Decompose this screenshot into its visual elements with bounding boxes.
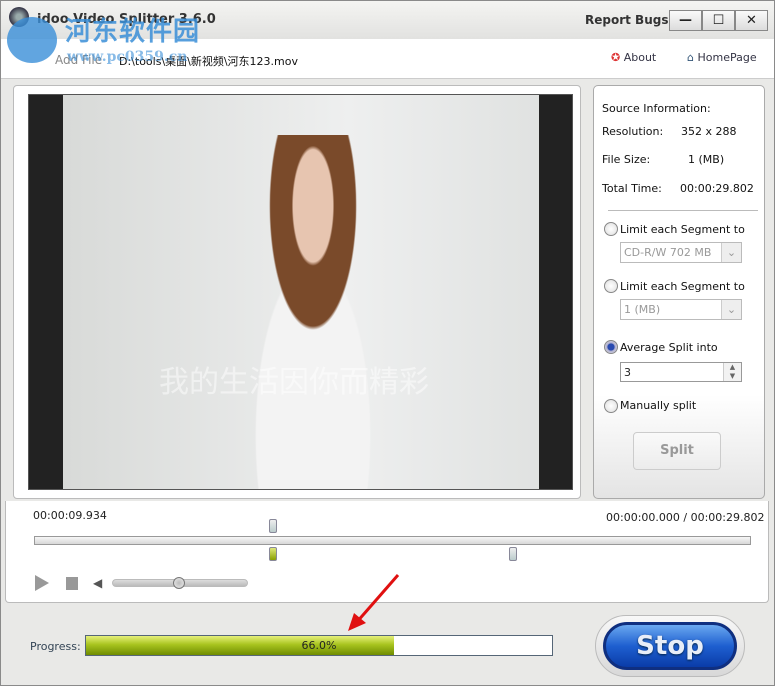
- chevron-down-icon: ⌄: [721, 300, 741, 319]
- limit-size-mb-radio[interactable]: [604, 279, 618, 293]
- progress-text: 66.0%: [301, 639, 337, 652]
- stop-button[interactable]: Stop: [595, 615, 745, 677]
- watermark-url: www.pc0359.cn: [67, 49, 188, 65]
- limit-size-preset-radio[interactable]: [604, 222, 618, 236]
- filesize-label: File Size:: [602, 153, 651, 166]
- minimize-button[interactable]: —: [669, 10, 702, 31]
- about-link[interactable]: ✪ About: [611, 51, 656, 64]
- stop-icon[interactable]: [66, 577, 78, 590]
- select-value: CD-R/W 702 MB: [624, 246, 712, 259]
- split-options-panel: Source Information: Resolution: 352 x 28…: [593, 85, 765, 499]
- chevron-down-icon: ⌄: [721, 243, 741, 262]
- size-mb-select[interactable]: 1 (MB) ⌄: [620, 299, 742, 320]
- current-time: 00:00:09.934: [33, 509, 107, 522]
- progress-bar: 66.0%: [85, 635, 553, 656]
- total-time-label: Total Time:: [602, 182, 662, 195]
- video-frame: 我的生活因你而精彩: [63, 95, 539, 489]
- resolution-value: 352 x 288: [681, 125, 737, 138]
- average-split-radio[interactable]: [604, 340, 618, 354]
- split-marker[interactable]: [269, 547, 277, 561]
- filesize-value: 1 (MB): [688, 153, 725, 166]
- option-label: Manually split: [620, 399, 697, 412]
- medal-icon: ✪: [611, 51, 621, 64]
- close-button[interactable]: ✕: [735, 10, 768, 31]
- about-label: About: [623, 51, 657, 64]
- manual-split-radio[interactable]: [604, 399, 618, 413]
- app-window: idoo Video Splitter 3.6.0 Report Bugs — …: [0, 0, 775, 686]
- playhead-marker[interactable]: [269, 519, 277, 533]
- video-preview: 我的生活因你而精彩: [28, 94, 573, 490]
- split-marker[interactable]: [509, 547, 517, 561]
- annotation-arrow-icon: [348, 574, 400, 631]
- watermark-logo: [7, 17, 57, 63]
- size-preset-select[interactable]: CD-R/W 702 MB ⌄: [620, 242, 742, 263]
- stepper-arrows-icon[interactable]: ▲ ▼: [723, 363, 741, 381]
- video-image: [213, 135, 413, 489]
- option-label: Average Split into: [620, 341, 718, 354]
- video-panel: 我的生活因你而精彩: [13, 85, 581, 499]
- total-time-value: 00:00:29.802: [680, 182, 754, 195]
- stepper-value: 3: [624, 366, 631, 379]
- homepage-link[interactable]: ⌂ HomePage: [687, 51, 757, 64]
- volume-slider-knob[interactable]: [173, 577, 185, 589]
- stop-button-label: Stop: [603, 622, 737, 670]
- position-time: 00:00:00.000 / 00:00:29.802: [606, 511, 765, 524]
- report-bugs-link[interactable]: Report Bugs: [585, 13, 668, 27]
- select-value: 1 (MB): [624, 303, 661, 316]
- divider: [608, 210, 758, 211]
- split-count-stepper[interactable]: 3 ▲ ▼: [620, 362, 742, 382]
- watermark-text: 河东软件园: [65, 17, 201, 47]
- source-info-header: Source Information:: [602, 102, 711, 115]
- timeline-track[interactable]: [34, 536, 751, 545]
- option-label: Limit each Segment to: [620, 280, 745, 293]
- video-overlay-text: 我的生活因你而精彩: [159, 365, 429, 400]
- home-icon: ⌂: [687, 51, 694, 64]
- homepage-label: HomePage: [697, 51, 757, 64]
- maximize-button[interactable]: ☐: [702, 10, 735, 31]
- volume-icon[interactable]: ◀: [93, 577, 105, 590]
- split-button[interactable]: Split: [633, 432, 721, 470]
- progress-label: Progress:: [30, 640, 81, 653]
- play-icon[interactable]: [35, 575, 49, 591]
- option-label: Limit each Segment to: [620, 223, 745, 236]
- resolution-label: Resolution:: [602, 125, 664, 138]
